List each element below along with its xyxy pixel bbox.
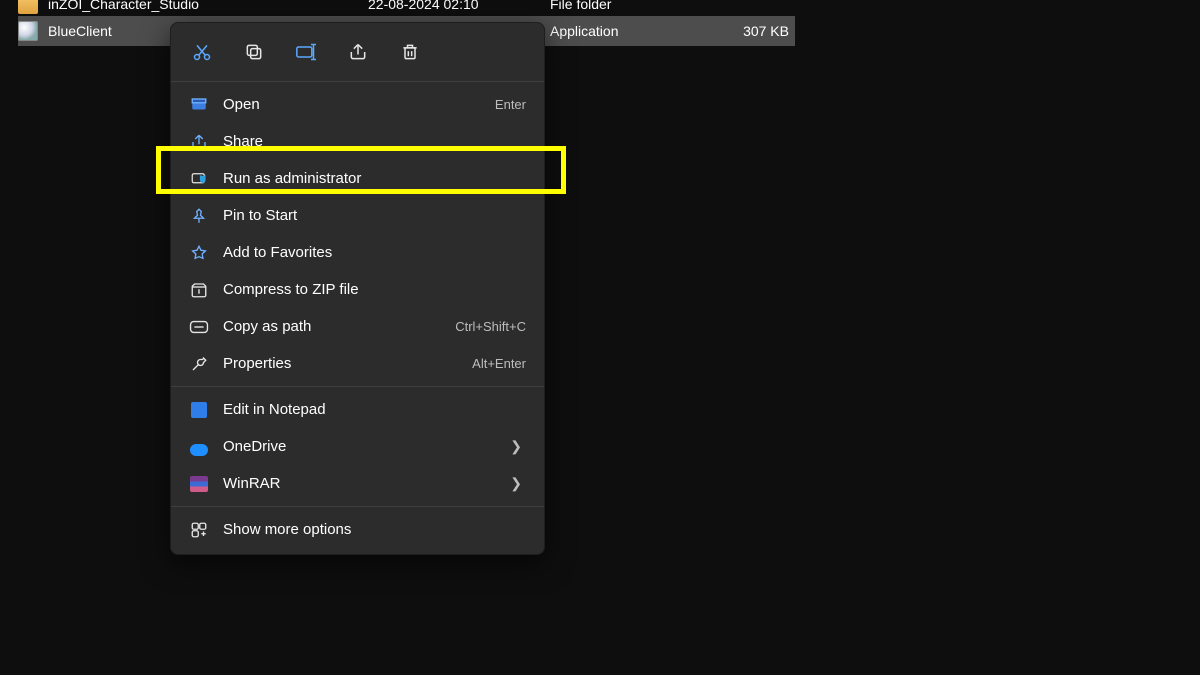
folder-icon: [18, 0, 38, 14]
file-size: 307 KB: [743, 23, 795, 39]
menu-show-more-options[interactable]: Show more options: [171, 511, 544, 548]
menu-open[interactable]: Open Enter: [171, 86, 544, 123]
menu-label: Share: [223, 133, 526, 150]
menu-add-to-favorites[interactable]: Add to Favorites: [171, 234, 544, 271]
menu-label: Open: [223, 96, 495, 113]
menu-pin-to-start[interactable]: Pin to Start: [171, 197, 544, 234]
context-menu: Open Enter Share Run as administrator Pi…: [170, 22, 545, 555]
menu-winrar[interactable]: WinRAR ❯: [171, 465, 544, 502]
file-type: File folder: [550, 0, 611, 12]
menu-label: Edit in Notepad: [223, 401, 526, 418]
wrench-icon: [189, 354, 209, 374]
menu-label: OneDrive: [223, 438, 510, 455]
file-type: Application: [550, 23, 619, 39]
more-options-icon: [189, 520, 209, 540]
onedrive-icon: [189, 437, 209, 457]
rename-icon[interactable]: [295, 41, 317, 63]
delete-icon[interactable]: [399, 41, 421, 63]
menu-shortcut: Enter: [495, 97, 526, 112]
menu-separator: [171, 506, 544, 507]
context-menu-top-bar: [171, 29, 544, 77]
menu-label: Add to Favorites: [223, 244, 526, 261]
menu-label: Pin to Start: [223, 207, 526, 224]
cut-icon[interactable]: [191, 41, 213, 63]
winrar-icon: [189, 474, 209, 494]
file-name: inZOI_Character_Studio: [48, 0, 368, 12]
menu-run-as-administrator[interactable]: Run as administrator: [171, 160, 544, 197]
star-icon: [189, 243, 209, 263]
menu-label: Show more options: [223, 521, 526, 538]
copy-icon[interactable]: [243, 41, 265, 63]
menu-copy-as-path[interactable]: Copy as path Ctrl+Shift+C: [171, 308, 544, 345]
menu-label: Compress to ZIP file: [223, 281, 526, 298]
menu-label: Copy as path: [223, 318, 455, 335]
zip-icon: [189, 280, 209, 300]
open-icon: [189, 95, 209, 115]
menu-separator: [171, 386, 544, 387]
copy-path-icon: [189, 317, 209, 337]
menu-label: Properties: [223, 355, 472, 372]
menu-label: Run as administrator: [223, 170, 526, 187]
menu-shortcut: Ctrl+Shift+C: [455, 319, 526, 334]
menu-label: WinRAR: [223, 475, 510, 492]
menu-separator: [171, 81, 544, 82]
pin-icon: [189, 206, 209, 226]
chevron-right-icon: ❯: [510, 475, 526, 492]
menu-share[interactable]: Share: [171, 123, 544, 160]
application-icon: [18, 21, 38, 41]
chevron-right-icon: ❯: [510, 438, 526, 455]
menu-compress-zip[interactable]: Compress to ZIP file: [171, 271, 544, 308]
file-date: 22-08-2024 02:10: [368, 0, 568, 12]
menu-onedrive[interactable]: OneDrive ❯: [171, 428, 544, 465]
menu-properties[interactable]: Properties Alt+Enter: [171, 345, 544, 382]
notepad-icon: [189, 400, 209, 420]
share-icon[interactable]: [347, 41, 369, 63]
menu-edit-in-notepad[interactable]: Edit in Notepad: [171, 391, 544, 428]
share-menu-icon: [189, 132, 209, 152]
menu-shortcut: Alt+Enter: [472, 356, 526, 371]
shield-admin-icon: [189, 169, 209, 189]
